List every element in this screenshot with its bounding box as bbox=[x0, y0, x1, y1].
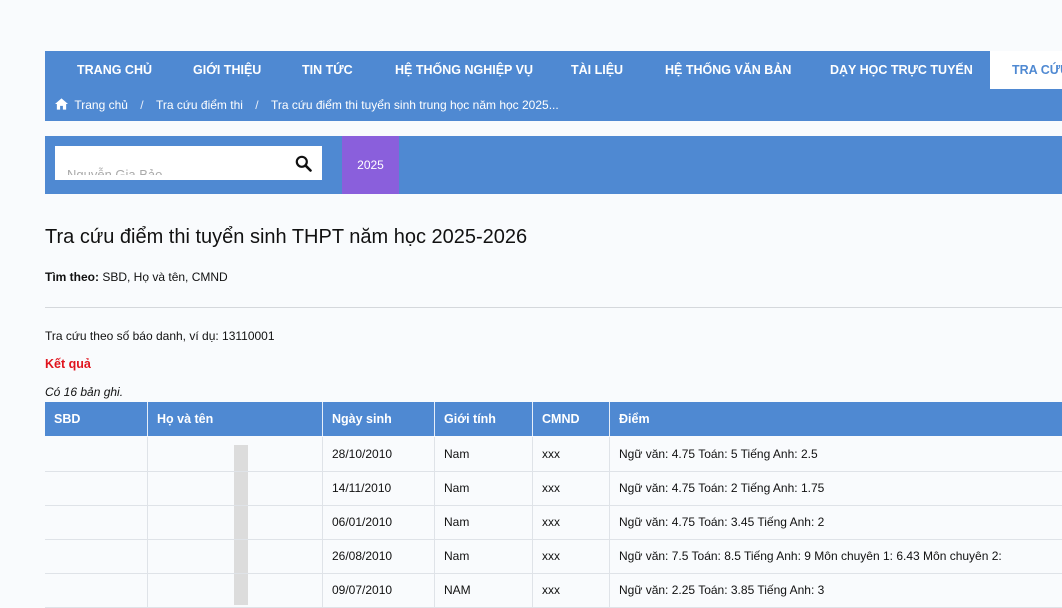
result-title: Kết quả bbox=[45, 357, 91, 371]
cell-cmnd: xxx bbox=[533, 471, 610, 505]
menu-item-home[interactable]: TRANG CHỦ bbox=[77, 51, 152, 89]
cell-score: Ngữ văn: 4.75 Toán: 3.45 Tiếng Anh: 2 bbox=[619, 515, 825, 529]
find-by-label: Tìm theo: bbox=[45, 270, 99, 284]
header-cmnd[interactable]: CMND bbox=[533, 402, 610, 436]
header-score[interactable]: Điểm bbox=[610, 402, 1062, 436]
table-row: 06/01/2010 Nam xxx Ngữ văn: 4.75 Toán: 3… bbox=[45, 505, 1062, 540]
cell-name bbox=[148, 505, 323, 539]
cell-dob: 09/07/2010 bbox=[323, 573, 435, 607]
table-row: 26/08/2010 Nam xxx Ngữ văn: 7.5 Toán: 8.… bbox=[45, 539, 1062, 574]
search-input[interactable] bbox=[55, 158, 297, 175]
header-name[interactable]: Họ và tên bbox=[148, 402, 323, 436]
cell-dob: 26/08/2010 bbox=[323, 539, 435, 573]
cell-gender: Nam bbox=[435, 539, 533, 573]
breadcrumb: Trang chủ / Tra cứu điểm thi / Tra cứu đ… bbox=[55, 95, 559, 115]
table-row: 09/07/2010 NAM xxx Ngữ văn: 2.25 Toán: 3… bbox=[45, 573, 1062, 608]
record-count: Có 16 bản ghi. bbox=[45, 385, 124, 399]
header-gender[interactable]: Giới tính bbox=[435, 402, 533, 436]
header-sbd[interactable]: SBD bbox=[45, 402, 148, 436]
breadcrumb-separator: / bbox=[140, 98, 144, 112]
cell-dob: 06/01/2010 bbox=[323, 505, 435, 539]
cell-score: Ngữ văn: 7.5 Toán: 8.5 Tiếng Anh: 9 Môn … bbox=[619, 549, 1002, 563]
cell-sbd bbox=[45, 505, 148, 539]
cell-score: Ngữ văn: 2.25 Toán: 3.85 Tiếng Anh: 3 bbox=[619, 583, 825, 597]
menu-item-online-teaching[interactable]: DẠY HỌC TRỰC TUYẾN bbox=[830, 51, 973, 89]
breadcrumb-home[interactable]: Trang chủ bbox=[74, 95, 128, 115]
cell-score: Ngữ văn: 4.75 Toán: 2 Tiếng Anh: 1.75 bbox=[619, 481, 825, 495]
cell-gender: NAM bbox=[435, 573, 533, 607]
table-row: 14/11/2010 Nam xxx Ngữ văn: 4.75 Toán: 2… bbox=[45, 471, 1062, 506]
top-navigation: TRANG CHỦ GIỚI THIỆU TIN TỨC HỆ THỐNG NG… bbox=[45, 51, 1062, 121]
find-by-value: SBD, Họ và tên, CMND bbox=[102, 270, 228, 284]
find-by-text: Tìm theo: SBD, Họ và tên, CMND bbox=[45, 270, 228, 284]
cell-name bbox=[148, 539, 323, 573]
cell-dob: 28/10/2010 bbox=[323, 437, 435, 471]
lookup-hint: Tra cứu theo số báo danh, ví dụ: 1311000… bbox=[45, 329, 275, 343]
main-menu: TRANG CHỦ GIỚI THIỆU TIN TỨC HỆ THỐNG NG… bbox=[45, 51, 1062, 89]
cell-sbd bbox=[45, 573, 148, 607]
cell-cmnd: xxx bbox=[533, 437, 610, 471]
cell-name bbox=[148, 471, 323, 505]
cell-name bbox=[148, 573, 323, 607]
menu-item-lookup[interactable]: TRA CỨU bbox=[990, 51, 1062, 89]
cell-cmnd: xxx bbox=[533, 505, 610, 539]
menu-item-about[interactable]: GIỚI THIỆU bbox=[193, 51, 261, 89]
home-icon bbox=[55, 98, 68, 110]
search-box bbox=[55, 146, 322, 180]
cell-cmnd: xxx bbox=[533, 539, 610, 573]
header-dob[interactable]: Ngày sinh bbox=[323, 402, 435, 436]
cell-score: Ngữ văn: 4.75 Toán: 5 Tiếng Anh: 2.5 bbox=[619, 447, 818, 461]
search-band: 2025 bbox=[45, 136, 1062, 194]
cell-sbd bbox=[45, 471, 148, 505]
cell-gender: Nam bbox=[435, 437, 533, 471]
year-tab[interactable]: 2025 bbox=[342, 136, 399, 194]
table-header: SBD Họ và tên Ngày sinh Giới tính CMND Đ… bbox=[45, 402, 1062, 436]
breadcrumb-score-lookup[interactable]: Tra cứu điểm thi bbox=[156, 95, 243, 115]
cell-gender: Nam bbox=[435, 471, 533, 505]
divider bbox=[45, 307, 1062, 308]
cell-sbd bbox=[45, 539, 148, 573]
menu-item-legal-docs[interactable]: HỆ THỐNG VĂN BẢN bbox=[665, 51, 791, 89]
page-title: Tra cứu điểm thi tuyển sinh THPT năm học… bbox=[45, 226, 528, 248]
search-icon[interactable] bbox=[295, 155, 312, 172]
table-row: 28/10/2010 Nam xxx Ngữ văn: 4.75 Toán: 5… bbox=[45, 437, 1062, 472]
menu-item-news[interactable]: TIN TỨC bbox=[302, 51, 353, 89]
breadcrumb-current: Tra cứu điểm thi tuyển sinh trung học nă… bbox=[270, 98, 559, 112]
cell-dob: 14/11/2010 bbox=[323, 471, 435, 505]
breadcrumb-separator: / bbox=[255, 98, 259, 112]
cell-sbd bbox=[45, 437, 148, 471]
cell-cmnd: xxx bbox=[533, 573, 610, 607]
cell-gender: Nam bbox=[435, 505, 533, 539]
cell-name bbox=[148, 437, 323, 471]
menu-item-business-system[interactable]: HỆ THỐNG NGHIỆP VỤ bbox=[395, 51, 533, 89]
menu-item-documents[interactable]: TÀI LIỆU bbox=[571, 51, 623, 89]
